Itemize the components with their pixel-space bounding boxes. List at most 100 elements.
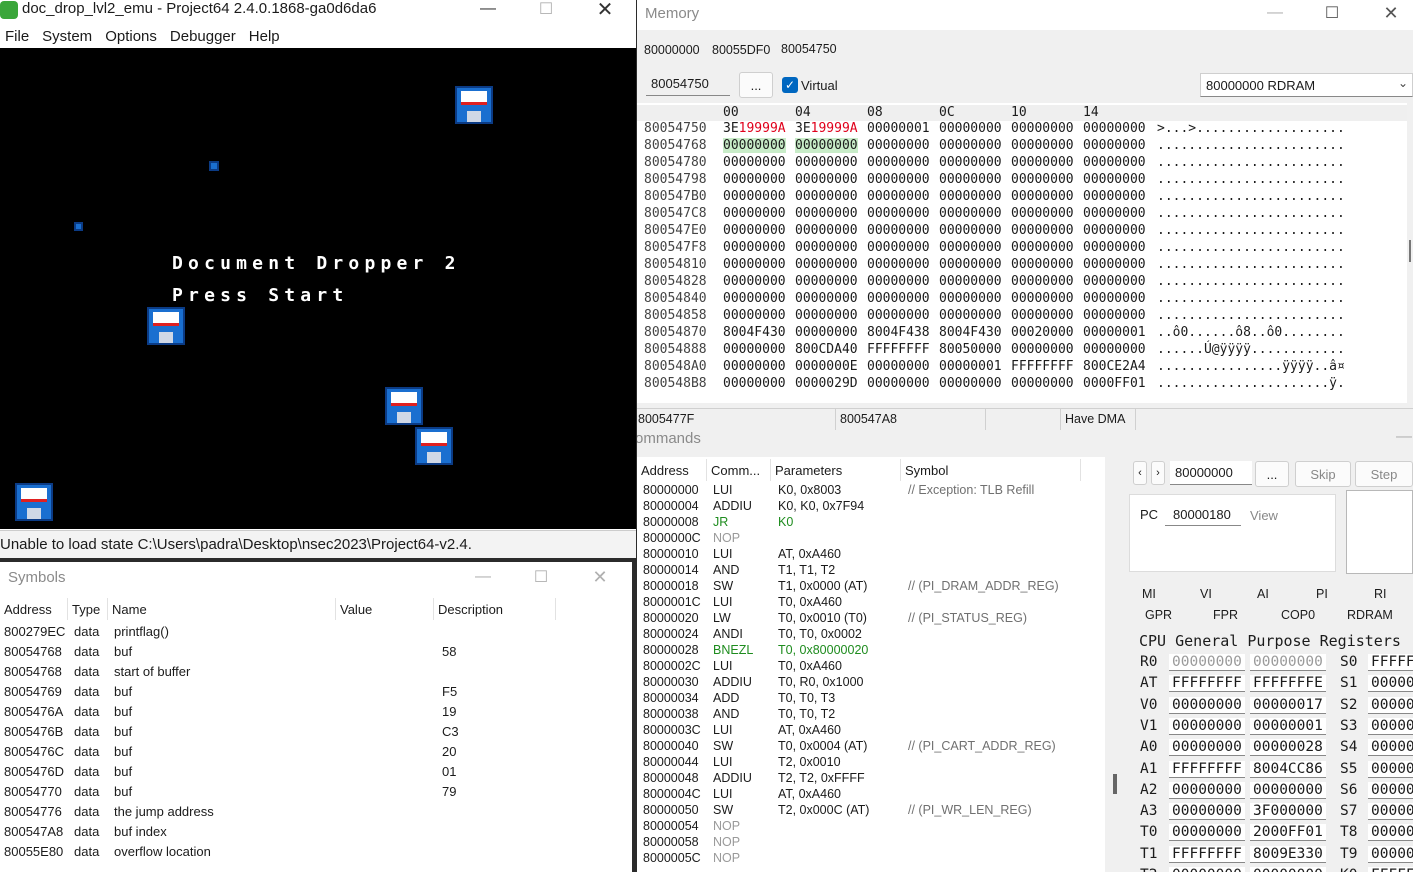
hex-word[interactable]: 00000000 — [867, 257, 930, 272]
hex-word[interactable]: 00000000 — [939, 189, 1002, 204]
hex-word[interactable]: 00000000 — [939, 138, 1002, 153]
hex-word[interactable]: 00000000 — [1011, 342, 1074, 357]
hex-word[interactable]: 00000000 — [939, 274, 1002, 289]
hex-word[interactable]: 00000000 — [867, 376, 930, 391]
hex-word[interactable]: 00000000 — [867, 291, 930, 306]
hex-word[interactable]: 00000000 — [723, 223, 786, 238]
gpr-value-lo[interactable]: 8004CC86 — [1250, 760, 1326, 778]
memory-address-input[interactable]: 80054750 — [646, 72, 730, 96]
hex-ascii[interactable]: ........................ — [1157, 308, 1345, 323]
hex-word[interactable]: 00000000 — [867, 172, 930, 187]
disasm-row[interactable]: 80000000 LUI K0, 0x8003 // Exception: TLB R… — [637, 483, 1105, 499]
symbol-row[interactable]: 800279EC data printflag() — [0, 622, 632, 642]
hex-word[interactable]: 00000000 — [867, 359, 930, 374]
hex-word[interactable]: 800CDA40 — [795, 342, 858, 357]
hex-word[interactable]: 00000000 — [795, 257, 858, 272]
hex-word[interactable]: 00000000 — [723, 138, 786, 153]
pc-input[interactable]: 80000180 — [1165, 504, 1241, 526]
menu-file[interactable]: File — [0, 28, 35, 45]
breakpoint-list[interactable] — [1346, 490, 1413, 574]
hex-word[interactable]: 00000000 — [795, 172, 858, 187]
maximize-icon[interactable]: ☐ — [518, 562, 564, 592]
minimize-icon[interactable]: — — [465, 0, 511, 24]
close-icon[interactable]: ✕ — [1368, 0, 1413, 28]
menu-debugger[interactable]: Debugger — [165, 28, 242, 45]
symbol-row[interactable]: 800547A8 data buf index — [0, 822, 632, 842]
hex-word[interactable]: 00000000 — [939, 206, 1002, 221]
hex-word[interactable]: 00000000 — [1083, 206, 1146, 221]
hex-word[interactable]: 00000000 — [1011, 376, 1074, 391]
disasm-row[interactable]: 80000004 ADDIU K0, K0, 0x7F94 — [637, 499, 1105, 515]
hex-word[interactable]: 00000000 — [1083, 223, 1146, 238]
symbol-row[interactable]: 80054768 data start of buffer — [0, 662, 632, 682]
column-header-address[interactable]: Address — [0, 598, 68, 620]
hex-ascii[interactable]: ........................ — [1157, 172, 1345, 187]
reg-tab-fpr[interactable]: FPR — [1213, 608, 1238, 622]
gpr-value-hi[interactable]: 00000000 — [1169, 803, 1245, 821]
hex-word[interactable]: 00000000 — [867, 240, 930, 255]
gpr-value[interactable]: 00000 — [1368, 717, 1413, 735]
hex-word[interactable]: 00000000 — [867, 206, 930, 221]
hex-word[interactable]: 00000000 — [723, 155, 786, 170]
gpr-value[interactable]: 00000 — [1368, 781, 1413, 799]
hex-word[interactable]: 00000000 — [723, 257, 786, 272]
gpr-value-lo[interactable]: 8009E330 — [1250, 845, 1326, 863]
hex-word[interactable]: 00000000 — [1011, 308, 1074, 323]
hex-word[interactable]: 00000000 — [1011, 172, 1074, 187]
hex-word[interactable]: FFFFFFFF — [1011, 359, 1074, 374]
symbol-row[interactable]: 80055E80 data overflow location — [0, 842, 632, 862]
hex-word[interactable]: 3E19999A — [723, 121, 786, 136]
disasm-row[interactable]: 80000020 LW T0, 0x0010 (T0) // (PI_STATUS_R… — [637, 611, 1105, 627]
hex-ascii[interactable]: ........................ — [1157, 240, 1345, 255]
minimize-icon[interactable]: — — [1381, 432, 1413, 452]
disasm-column-header[interactable]: Symbol — [901, 459, 1081, 481]
disasm-row[interactable]: 80000010 LUI AT, 0xA460 — [637, 547, 1105, 563]
hex-ascii[interactable]: >...>................... — [1157, 121, 1345, 136]
hex-word[interactable]: 00000000 — [867, 138, 930, 153]
disasm-column-header[interactable]: Address — [637, 459, 707, 481]
view-button[interactable]: View — [1250, 508, 1278, 523]
gpr-value-hi[interactable]: 00000000 — [1169, 824, 1245, 842]
gpr-value-hi[interactable]: 00000000 — [1169, 739, 1245, 757]
step-button[interactable]: Step — [1355, 461, 1413, 487]
hex-word[interactable]: 00000000 — [795, 138, 858, 153]
hex-word[interactable]: 00000000 — [1011, 274, 1074, 289]
game-screen[interactable]: Document Dropper 2 Press Start — [0, 48, 636, 529]
hex-word[interactable]: 00000000 — [939, 257, 1002, 272]
hex-word[interactable]: 0000FF01 — [1083, 376, 1146, 391]
hex-word[interactable]: 00000000 — [867, 308, 930, 323]
hex-ascii[interactable]: ........................ — [1157, 206, 1345, 221]
hex-word[interactable]: 00000000 — [1083, 172, 1146, 187]
hex-word[interactable]: 3E19999A — [795, 121, 858, 136]
gpr-value-lo[interactable]: 2000FF01 — [1250, 824, 1326, 842]
gpr-value-hi[interactable]: 00000000 — [1169, 781, 1245, 799]
hex-word[interactable]: 00000000 — [1083, 342, 1146, 357]
hex-word[interactable]: 00000000 — [1083, 291, 1146, 306]
hex-word[interactable]: 00000000 — [1011, 291, 1074, 306]
disasm-row[interactable]: 80000018 SW T1, 0x0000 (AT) // (PI_DRAM_ADD… — [637, 579, 1105, 595]
reg-tab-gpr[interactable]: GPR — [1145, 608, 1172, 622]
menu-help[interactable]: Help — [244, 28, 286, 45]
hex-word[interactable]: 00000000 — [939, 172, 1002, 187]
hex-ascii[interactable]: ........................ — [1157, 138, 1345, 153]
hex-word[interactable]: 00000000 — [795, 308, 858, 323]
hex-word[interactable]: 8004F430 — [723, 325, 786, 340]
hex-word[interactable]: 00000000 — [1011, 223, 1074, 238]
hex-ascii[interactable]: ........................ — [1157, 291, 1345, 306]
hex-word[interactable]: 00000000 — [939, 155, 1002, 170]
goto-browse-button[interactable]: ... — [1255, 461, 1289, 487]
disasm-row[interactable]: 80000008 JR K0 — [637, 515, 1105, 531]
hex-word[interactable]: 00000000 — [1083, 121, 1146, 136]
gpr-value[interactable]: FFFFF — [1368, 654, 1413, 671]
disasm-column-header[interactable]: Parameters — [771, 459, 901, 481]
hex-word[interactable]: 0000000E — [795, 359, 858, 374]
hex-ascii[interactable]: ........................ — [1157, 274, 1345, 289]
hex-word[interactable]: 00000000 — [1011, 240, 1074, 255]
hex-word[interactable]: 800CE2A4 — [1083, 359, 1146, 374]
symbol-row[interactable]: 8005476B data buf C3 — [0, 722, 632, 742]
menu-system[interactable]: System — [37, 28, 98, 45]
hex-word[interactable]: 00000000 — [939, 376, 1002, 391]
gpr-value[interactable]: 00000 — [1368, 739, 1413, 757]
column-header-type[interactable]: Type — [68, 598, 108, 620]
symbol-row[interactable]: 80054770 data buf 79 — [0, 782, 632, 802]
